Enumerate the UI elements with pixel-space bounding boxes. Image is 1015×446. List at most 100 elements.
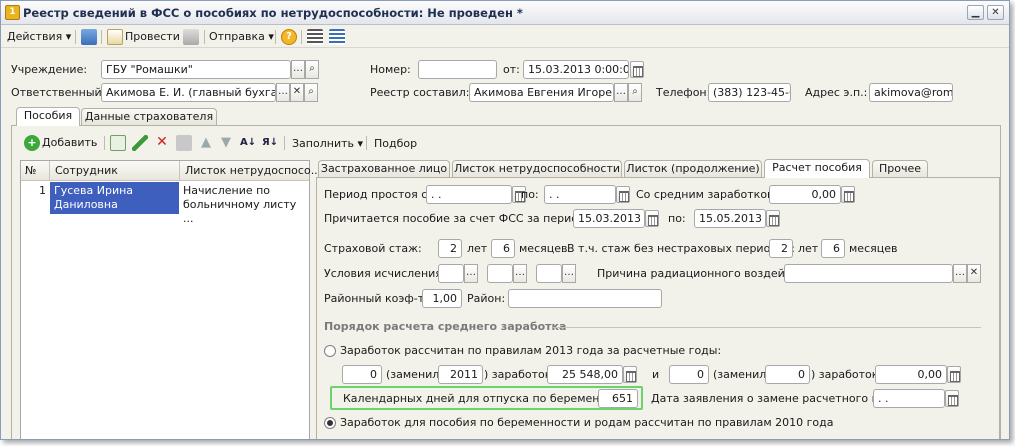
email-field[interactable]: akimova@romas [869,83,953,102]
column-employee[interactable]: Сотрудник [55,164,118,178]
app-icon: 1 [5,5,20,20]
rules-2010-radio[interactable] [324,417,336,429]
tab-benefit-calculation[interactable]: Расчет пособия [764,159,870,178]
earnings-label: ) заработок: [811,368,883,381]
years-label: лет [798,242,819,255]
year2-earnings-field[interactable]: 0,00 [875,365,947,384]
district-field[interactable] [508,289,662,308]
rules-2013-label[interactable]: Заработок рассчитан по правилам 2013 год… [340,344,721,358]
radiation-clear-icon[interactable]: ✕ [967,264,981,283]
delete-icon[interactable]: ✕ [154,135,170,151]
calculator-icon[interactable] [947,366,961,383]
calendar-days-label: Календарных дней для отпуска по беременн… [343,392,637,405]
save-close-icon[interactable] [81,29,97,45]
send-menu[interactable]: Отправка ▾ [209,29,274,45]
sort-asc-icon[interactable]: A↓ [240,135,256,151]
list-view-icon[interactable] [307,29,323,45]
application-date-field[interactable]: . . [873,389,945,408]
number-field[interactable] [418,60,497,79]
compiler-select-button[interactable]: … [614,83,628,102]
print-icon[interactable] [183,29,199,45]
toolbar-separator [204,30,205,44]
year2-replaced-field[interactable]: 0 [765,365,810,384]
column-number[interactable]: № [25,164,36,178]
experience-years-field[interactable]: 2 [438,239,462,258]
condition-select-button[interactable]: … [464,264,478,283]
condition-select-button[interactable]: … [513,264,527,283]
year1-replaced-field[interactable]: 2011 [438,365,483,384]
move-up-icon[interactable]: ▲ [198,135,214,151]
move-down-icon[interactable]: ▼ [218,135,234,151]
calendar-icon[interactable] [645,210,659,227]
post-button[interactable]: Провести [125,29,180,45]
fill-menu[interactable]: Заполнить ▾ [292,137,363,151]
minimize-button[interactable]: ▁ [967,5,984,20]
rules-2013-radio[interactable] [324,345,336,357]
tab-sick-sheet[interactable]: Листок нетрудоспособности [452,160,622,178]
condition-select-button[interactable]: … [562,264,576,283]
calculator-icon[interactable] [623,366,637,383]
radiation-reason-field[interactable] [784,264,953,283]
experience-months-field[interactable]: 6 [491,239,515,258]
noninsurance-months-field[interactable]: 6 [821,239,845,258]
toolbar-separator [275,30,276,44]
calc-conditions-label: Условия исчисления: [324,267,446,280]
calendar-icon[interactable] [616,186,630,203]
compiler-open-icon[interactable]: ⌕ [628,83,642,102]
year1-earnings-field[interactable]: 25 548,00 [547,365,623,384]
avg-earnings-field[interactable]: 0,00 [769,185,841,204]
condition-field-2[interactable] [487,264,513,283]
edit-icon[interactable] [132,135,148,151]
close-button[interactable]: ✕ [987,5,1004,20]
phone-field[interactable]: (383) 123-45-67 [708,83,791,102]
responsible-select-button[interactable]: … [276,83,290,102]
due-from-field[interactable]: 15.03.2013 [573,209,645,228]
idle-to-field[interactable]: . . [544,185,616,204]
calendar-icon[interactable] [630,61,644,78]
year1-field[interactable]: 0 [342,365,382,384]
radiation-select-button[interactable]: … [953,264,967,283]
toolbar-separator [104,136,105,150]
calculator-icon[interactable] [841,186,855,203]
calendar-days-field[interactable]: 651 [598,389,638,408]
condition-field-1[interactable] [438,264,464,283]
calendar-icon[interactable] [945,390,959,407]
noninsurance-years-field[interactable]: 2 [769,239,793,258]
copy-icon[interactable] [110,135,126,151]
tab-other[interactable]: Прочее [872,160,928,178]
compiler-field[interactable]: Акимова Евгения Игоревна [469,83,614,102]
avg-earnings-label: Со средним заработком: [636,188,780,201]
section-title: Порядок расчета среднего заработка [324,320,567,333]
tab-insurer-data[interactable]: Данные страхователя [81,108,217,126]
select-button[interactable]: Подбор [374,137,417,151]
tab-insured-person[interactable]: Застрахованное лицо [318,160,450,178]
column-sheet[interactable]: Листок нетрудоспосо... [185,164,321,178]
responsible-field[interactable]: Акимова Е. И. (главный бухгалтер [101,83,276,102]
date-field[interactable]: 15.03.2013 0:00:00 [523,60,629,79]
year2-field[interactable]: 0 [669,365,709,384]
help-icon[interactable]: ? [281,29,297,45]
institution-open-icon[interactable]: ⌕ [305,60,319,79]
institution-field[interactable]: ГБУ "Ромашки" [101,60,291,79]
tab-sheet-continued[interactable]: Листок (продолжение) [624,160,762,178]
condition-field-3[interactable] [536,264,562,283]
responsible-open-icon[interactable]: ⌕ [304,83,318,102]
table-row[interactable]: 1 Гусева Ирина Даниловна Начисление по б… [21,182,309,225]
post-row-icon [176,135,192,151]
sort-desc-icon[interactable]: Я↓ [262,135,278,151]
add-icon[interactable]: + [24,135,40,151]
earnings-label: ) заработок: [484,368,556,381]
rules-2010-label[interactable]: Заработок для пособия по беременности и … [340,416,834,430]
idle-to-label: по: [521,188,539,201]
calendar-icon[interactable] [766,210,780,227]
tab-benefits[interactable]: Пособия [16,107,80,126]
responsible-clear-icon[interactable]: ✕ [290,83,304,102]
idle-from-field[interactable]: . . [426,185,512,204]
district-coef-field[interactable]: 1,00 [422,289,462,308]
structure-icon[interactable] [329,29,345,45]
add-button[interactable]: Добавить [42,136,97,150]
institution-select-button[interactable]: … [291,60,305,79]
due-to-field[interactable]: 15.05.2013 [694,209,766,228]
employees-table[interactable]: № Сотрудник Листок нетрудоспосо... 1 Гус… [20,160,321,439]
actions-menu[interactable]: Действия ▾ [7,29,71,45]
